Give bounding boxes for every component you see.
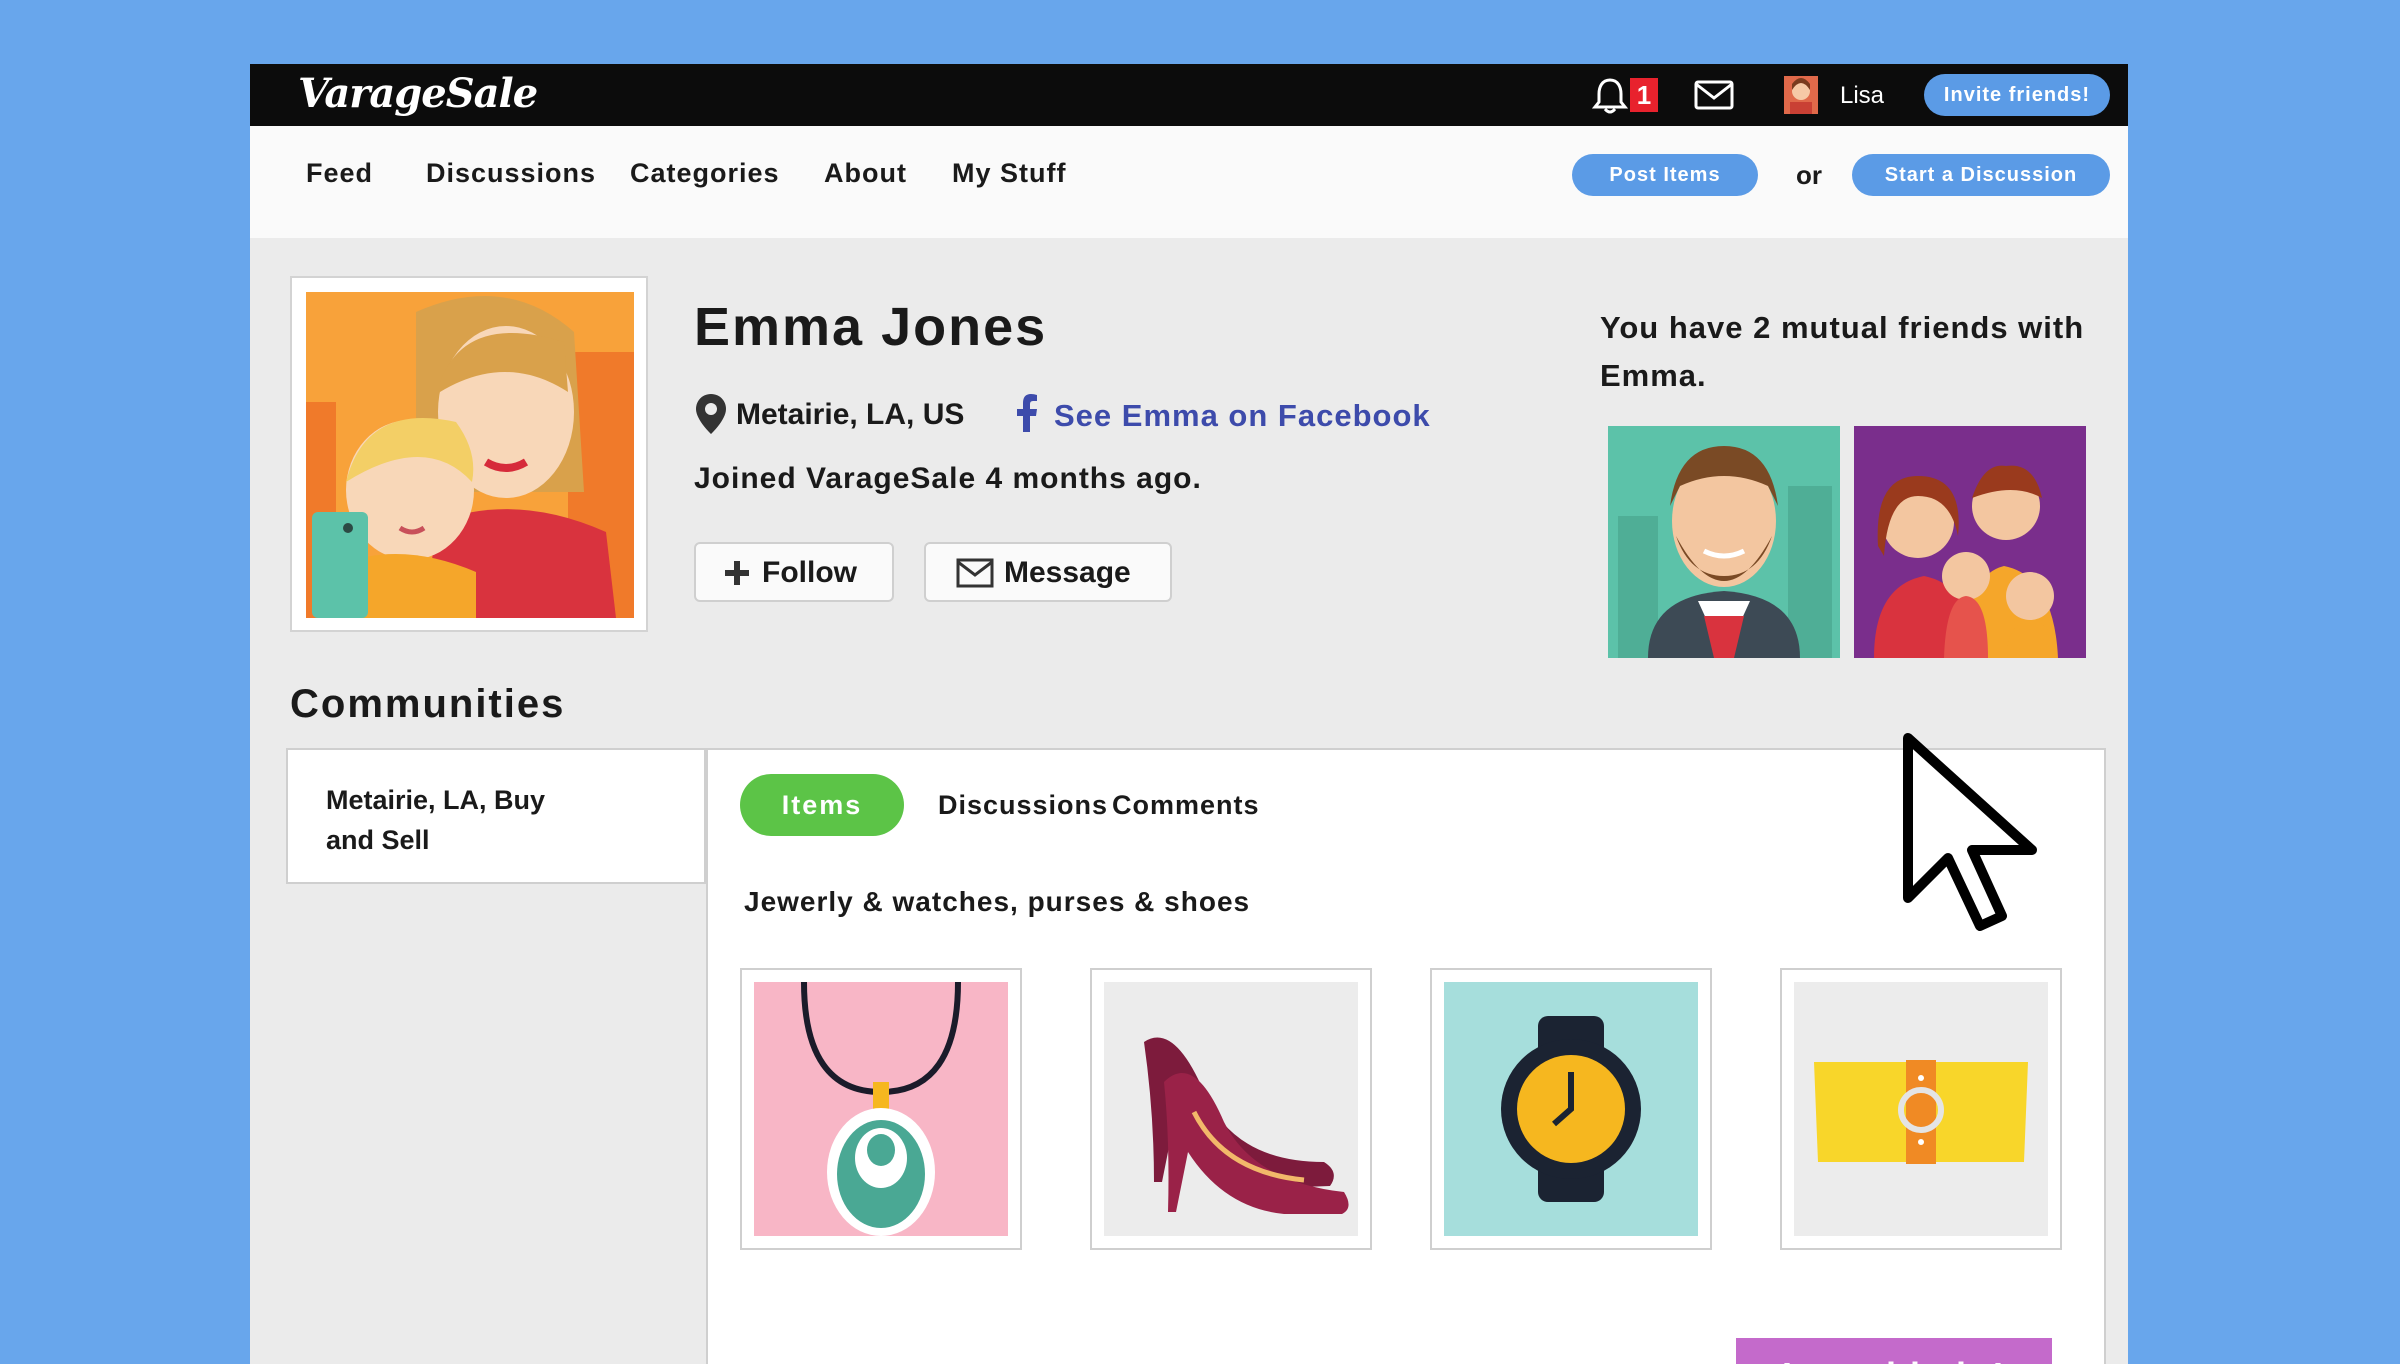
nav-my-stuff[interactable]: My Stuff — [952, 158, 1066, 189]
bell-icon[interactable] — [1590, 76, 1630, 116]
tab-comments[interactable]: Comments — [1112, 790, 1260, 821]
community-content-panel: Items Discussions Comments Jewerly & wat… — [706, 748, 2106, 1364]
nav-bar: Feed Discussions Categories About My Stu… — [250, 126, 2128, 238]
necklace-icon — [754, 982, 1008, 1236]
follow-label: Follow — [762, 556, 857, 589]
notification-badge: 1 — [1630, 78, 1658, 112]
envelope-icon — [956, 558, 994, 588]
nav-discussions[interactable]: Discussions — [426, 158, 596, 189]
app-window: VarageSale 1 Lisa Invite friends! Feed D… — [250, 64, 2128, 1364]
nav-about[interactable]: About — [824, 158, 907, 189]
top-bar: VarageSale 1 Lisa Invite friends! — [250, 64, 2128, 126]
purse-icon — [1794, 982, 2048, 1236]
profile-location: Metairie, LA, US — [736, 398, 965, 431]
item-card-purse[interactable] — [1780, 968, 2062, 1250]
category-label: Jewerly & watches, purses & shoes — [744, 886, 1251, 917]
community-item-metairie[interactable]: Metairie, LA, Buy and Sell — [286, 748, 706, 884]
profile-name: Emma Jones — [694, 297, 1048, 357]
mutual-friend-2-avatar[interactable] — [1854, 426, 2086, 658]
mutual-friend-1-avatar[interactable] — [1608, 426, 1840, 658]
need-help-button[interactable]: I need help! — [1736, 1338, 2052, 1364]
message-button[interactable]: Message — [924, 542, 1172, 602]
plus-icon — [725, 561, 749, 585]
item-card-watch[interactable] — [1430, 968, 1712, 1250]
communities-heading: Communities — [290, 682, 566, 726]
nav-feed[interactable]: Feed — [306, 158, 373, 189]
item-card-heels[interactable] — [1090, 968, 1372, 1250]
item-card-necklace[interactable] — [740, 968, 1022, 1250]
post-items-button[interactable]: Post Items — [1572, 154, 1758, 196]
logo[interactable]: VarageSale — [298, 70, 538, 117]
message-label: Message — [1004, 556, 1131, 589]
high-heels-icon — [1104, 982, 1358, 1236]
follow-button[interactable]: Follow — [694, 542, 894, 602]
or-label: or — [1796, 160, 1822, 190]
facebook-link[interactable]: See Emma on Facebook — [1054, 398, 1431, 434]
profile-photo — [290, 276, 648, 632]
mutual-friends-text: You have 2 mutual friends with Emma. — [1600, 310, 2085, 393]
community-name: Metairie, LA, Buy and Sell — [326, 785, 546, 855]
mail-icon[interactable] — [1694, 80, 1734, 110]
invite-friends-button[interactable]: Invite friends! — [1924, 74, 2110, 116]
tab-items[interactable]: Items — [740, 774, 904, 836]
location-pin-icon — [696, 394, 726, 434]
user-name[interactable]: Lisa — [1840, 82, 1884, 110]
nav-categories[interactable]: Categories — [630, 158, 780, 189]
user-avatar[interactable] — [1784, 76, 1818, 114]
mouse-cursor-icon — [1903, 733, 2037, 931]
tab-discussions[interactable]: Discussions — [938, 790, 1108, 821]
facebook-icon[interactable] — [1016, 394, 1038, 432]
watch-icon — [1444, 982, 1698, 1236]
start-discussion-button[interactable]: Start a Discussion — [1852, 154, 2110, 196]
joined-text: Joined VarageSale 4 months ago. — [694, 462, 1202, 495]
